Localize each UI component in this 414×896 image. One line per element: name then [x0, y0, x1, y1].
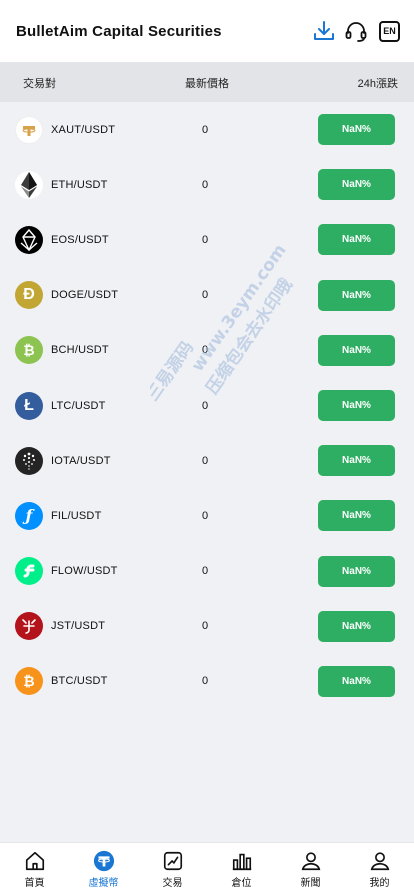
change-badge[interactable]: NaN%: [318, 224, 395, 256]
nav-label: 虛擬幣: [88, 878, 119, 889]
market-row[interactable]: ₿ BCH/USDT 0 NaN%: [0, 323, 414, 378]
change-badge[interactable]: NaN%: [318, 610, 395, 642]
bottom-nav: 首頁 虛擬幣 交易 倉位 新聞 我的: [0, 842, 414, 896]
nav-label: 首頁: [24, 878, 45, 889]
market-row[interactable]: FLOW/USDT 0 NaN%: [0, 544, 414, 599]
pair-label: IOTA/USDT: [51, 454, 111, 467]
price-value: 0: [202, 675, 209, 688]
btc-icon: ₿: [15, 667, 43, 696]
market-row[interactable]: ƒ FIL/USDT 0 NaN%: [0, 488, 414, 543]
doge-icon: Ð: [15, 281, 43, 310]
change-badge[interactable]: NaN%: [318, 334, 395, 366]
nav-news[interactable]: 新聞: [276, 843, 345, 896]
price-value: 0: [202, 509, 209, 522]
change-badge[interactable]: NaN%: [318, 279, 395, 311]
fil-icon: ƒ: [15, 501, 43, 530]
change-badge[interactable]: NaN%: [318, 169, 395, 201]
nav-label: 倉位: [231, 878, 252, 889]
pair-label: EOS/USDT: [51, 233, 109, 246]
tether-icon: [93, 850, 114, 872]
change-badge[interactable]: NaN%: [318, 114, 395, 146]
app-title: BulletAim Capital Securities: [16, 22, 222, 40]
price-value: 0: [202, 620, 209, 633]
flow-icon: [15, 557, 43, 586]
pair-label: BTC/USDT: [51, 675, 108, 688]
column-header-price: 最新價格: [185, 78, 229, 90]
profile-icon: [370, 852, 389, 871]
top-bar: BulletAim Capital Securities EN: [0, 0, 414, 62]
change-badge[interactable]: NaN%: [318, 665, 395, 697]
pair-label: XAUT/USDT: [51, 123, 116, 136]
nav-label: 我的: [369, 878, 390, 889]
nav-label: 交易: [162, 878, 183, 889]
xaut-icon: [15, 115, 43, 144]
table-header: 交易對 最新價格 24h漲跌: [0, 62, 414, 102]
pair-label: JST/USDT: [51, 620, 106, 633]
price-value: 0: [202, 233, 209, 246]
download-icon[interactable]: [311, 18, 337, 44]
column-header-pair: 交易對: [23, 78, 56, 90]
pair-label: FIL/USDT: [51, 509, 102, 522]
market-row[interactable]: EOS/USDT 0 NaN%: [0, 212, 414, 267]
eth-icon: [15, 170, 43, 199]
pair-label: FLOW/USDT: [51, 565, 118, 578]
user-news-icon: [301, 852, 320, 871]
market-list: XAUT/USDT 0 NaN% ETH/USDT 0 NaN% EOS/USD…: [0, 102, 414, 709]
change-badge[interactable]: NaN%: [318, 500, 395, 532]
top-actions: EN: [311, 18, 400, 44]
change-badge[interactable]: NaN%: [318, 555, 395, 587]
bar-chart-icon: [232, 853, 251, 871]
trade-chart-icon: [163, 851, 182, 871]
price-value: 0: [202, 565, 209, 578]
column-header-change: 24h漲跌: [357, 78, 398, 90]
nav-label: 新聞: [300, 878, 321, 889]
price-value: 0: [202, 399, 209, 412]
ltc-icon: Ł: [15, 391, 43, 420]
nav-profile[interactable]: 我的: [345, 843, 414, 896]
iota-icon: [15, 446, 43, 475]
price-value: 0: [202, 344, 209, 357]
change-badge[interactable]: NaN%: [318, 390, 395, 422]
jst-icon: [15, 612, 43, 641]
market-row[interactable]: IOTA/USDT 0 NaN%: [0, 433, 414, 488]
price-value: 0: [202, 178, 209, 191]
price-value: 0: [202, 123, 209, 136]
bch-icon: ₿: [15, 336, 43, 365]
nav-trade[interactable]: 交易: [138, 843, 207, 896]
nav-crypto[interactable]: 虛擬幣: [69, 843, 138, 896]
market-row[interactable]: XAUT/USDT 0 NaN%: [0, 102, 414, 157]
pair-label: ETH/USDT: [51, 178, 108, 191]
nav-home[interactable]: 首頁: [0, 843, 69, 896]
market-row[interactable]: JST/USDT 0 NaN%: [0, 599, 414, 654]
market-row[interactable]: ETH/USDT 0 NaN%: [0, 157, 414, 212]
nav-positions[interactable]: 倉位: [207, 843, 276, 896]
headset-icon[interactable]: [343, 18, 369, 44]
change-badge[interactable]: NaN%: [318, 445, 395, 477]
pair-label: BCH/USDT: [51, 344, 109, 357]
market-row[interactable]: Ł LTC/USDT 0 NaN%: [0, 378, 414, 433]
home-icon: [25, 851, 44, 871]
pair-label: LTC/USDT: [51, 399, 106, 412]
pair-label: DOGE/USDT: [51, 289, 119, 302]
language-button[interactable]: EN: [379, 20, 400, 42]
market-row[interactable]: Ð DOGE/USDT 0 NaN%: [0, 268, 414, 323]
price-value: 0: [202, 289, 209, 302]
market-row[interactable]: ₿ BTC/USDT 0 NaN%: [0, 654, 414, 709]
eos-icon: [15, 225, 43, 254]
price-value: 0: [202, 454, 209, 467]
